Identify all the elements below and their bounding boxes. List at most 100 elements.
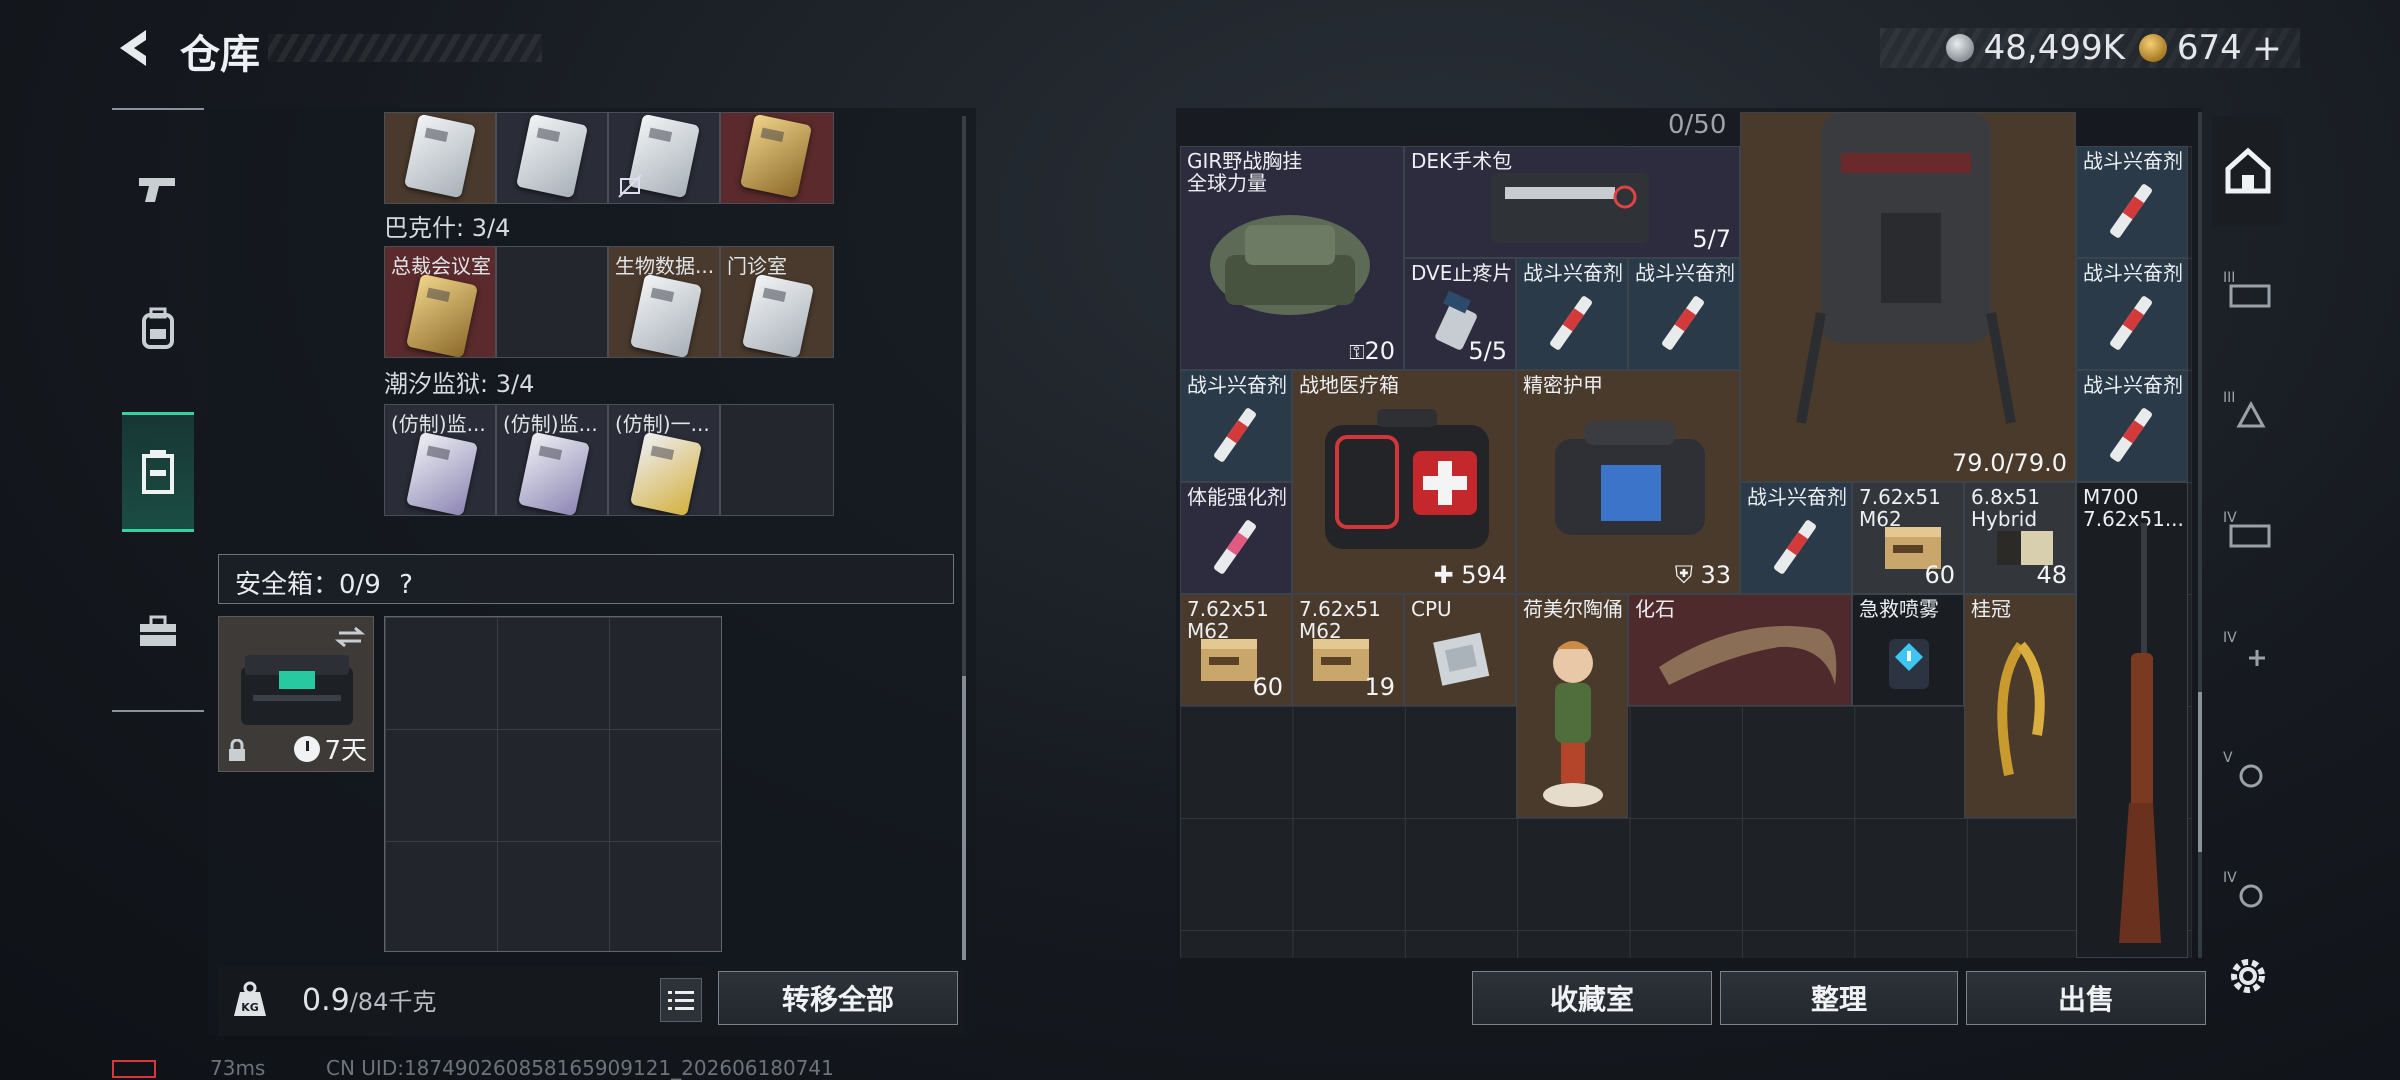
item-name: 战斗兴奋剂 [1187,373,1287,397]
transfer-all-button[interactable]: 转移全部 [718,971,958,1025]
storage-scrollbar[interactable] [962,116,966,960]
item-precision-armor[interactable]: 精密护甲 ⛨ 33 [1516,370,1740,594]
item-ammo-762-m62[interactable]: 7.62x51 M62 60 [1852,482,1964,594]
item-combat-stim[interactable]: 战斗兴奋剂 [2076,258,2188,370]
item-name: DVE止疼片 [1411,261,1513,285]
safe-case-icon [241,655,353,725]
safe-box-grid[interactable] [384,616,722,952]
item-laurel-crown[interactable]: 桂冠 [1964,594,2076,818]
item-combat-stim[interactable]: 战斗兴奋剂 [2076,370,2188,482]
weight-kg-icon: KG [234,981,266,1016]
storage-icon [142,450,174,494]
item-field-medkit[interactable]: 战地医疗箱 ✚ 594 [1292,370,1516,594]
gold-amount: 674 [2176,28,2242,68]
safe-help-button[interactable]: ? [399,570,413,600]
keycard-slot[interactable]: 生物数据... [608,246,720,358]
item-ammo-68-hybrid[interactable]: 6.8x51 Hybrid 48 [1964,482,2076,594]
svg-text:III: III [2223,270,2235,286]
keycard-slot[interactable] [608,112,720,204]
item-qty: 60 [1924,561,1955,589]
nav-tier-5[interactable]: V [2212,714,2284,824]
rifle-icon [2119,523,2161,943]
inventory-scrollbar[interactable] [2198,112,2202,958]
item-combat-stim[interactable]: 战斗兴奋剂 [1180,370,1292,482]
item-ammo-762-m62[interactable]: 7.62x51 M62 60 [1180,594,1292,706]
back-arrow-icon[interactable] [112,26,154,70]
nav-backpack[interactable] [122,268,194,388]
keycard-slot[interactable] [496,112,608,204]
item-body-armor[interactable]: 79.0/79.0 [1740,112,2076,482]
keycard-slot[interactable]: 总裁会议室 [384,246,496,358]
scrollbar-thumb[interactable] [2198,692,2202,852]
sort-button[interactable]: 整理 [1720,971,1958,1025]
item-dve-painkiller[interactable]: DVE止疼片 5/5 [1404,258,1516,370]
nav-tier-4-b[interactable]: IV [2212,594,2284,704]
keycard-slot[interactable]: 门诊室 [720,246,834,358]
weight-readout: 0.9/84千克 [302,982,436,1018]
toolbox-icon [140,615,176,646]
syringe-icon [2110,296,2152,350]
nav-weapons[interactable] [122,128,194,248]
keycard-slot[interactable]: (仿制)监... [496,404,608,516]
safe-box-item[interactable]: 7天 [218,616,374,772]
nav-toolbox[interactable] [122,572,194,692]
keycard-slot[interactable]: (仿制)监... [384,404,496,516]
ammo-box-icon [1201,639,1257,681]
item-durability: 79.0/79.0 [1952,449,2067,477]
item-name: 战斗兴奋剂 [1747,485,1847,509]
collection-room-button[interactable]: 收藏室 [1472,971,1712,1025]
item-hummel-figurine[interactable]: 荷美尔陶俑 [1516,594,1628,818]
item-name: 体能强化剂 [1187,485,1287,509]
nav-tier-3-b[interactable]: III [2212,354,2284,464]
vest-durability-icon: ⚿ [1349,340,1365,364]
item-cpu[interactable]: CPU [1404,594,1516,706]
add-gold-button[interactable]: + [2252,28,2282,69]
item-combat-stim[interactable]: 战斗兴奋剂 [1516,258,1628,370]
item-vest[interactable]: GIR野战胸挂 全球力量 ⚿20 [1180,146,1404,370]
nav-tier-3-a[interactable]: III [2212,234,2284,344]
item-ammo-762-m62[interactable]: 7.62x51 M62 19 [1292,594,1404,706]
svg-text:IV: IV [2223,510,2237,526]
item-name: 战地医疗箱 [1299,373,1399,397]
item-name: 荷美尔陶俑 [1523,597,1623,621]
item-name: M700 [2083,485,2139,509]
item-qty: 48 [2036,561,2067,589]
uid-readout: CN UID:18749026085816590912​1_2026061807… [326,1056,834,1080]
keycard-slot[interactable]: (仿制)一... [608,404,720,516]
spray-can-icon [1889,639,1929,689]
nav-tier-4-a[interactable]: IV [2212,474,2284,584]
inventory-category-nav: III III IV IV V IV [2206,110,2290,960]
silver-coin-icon [1945,34,1974,62]
nav-tier-4-c[interactable]: IV [2212,834,2284,944]
item-name: 战斗兴奋剂 [1635,261,1735,285]
nav-storage[interactable] [122,412,194,532]
item-qty: 19 [1364,673,1395,701]
item-first-aid-spray[interactable]: 急救喷雾 [1852,594,1964,706]
keycard-slot-empty[interactable] [720,404,834,516]
sell-button[interactable]: 出售 [1966,971,2206,1025]
item-m700-rifle[interactable]: M700 7.62x51... [2076,482,2188,958]
keycard-slot-empty[interactable] [496,246,608,358]
nav-all-items[interactable] [2212,116,2284,226]
item-dek-surgical-kit[interactable]: DEK手术包 5/7 [1404,146,1740,258]
swap-icon[interactable] [335,625,365,649]
item-qty: 594 [1461,561,1507,589]
item-fossil[interactable]: 化石 [1628,594,1852,706]
scrollbar-thumb[interactable] [962,676,966,960]
currency-bar: 48,499K 674 + [1880,28,2300,69]
item-combat-stim[interactable]: 战斗兴奋剂 [2076,146,2188,258]
syringe-icon [1550,296,1592,350]
svg-text:IV: IV [2223,630,2237,646]
list-view-button[interactable] [660,978,702,1022]
tier-iv-icon: IV [2223,510,2271,548]
item-combat-stim[interactable]: 战斗兴奋剂 [1740,482,1852,594]
item-combat-stim[interactable]: 战斗兴奋剂 [1628,258,1740,370]
keycard-slot[interactable] [720,112,834,204]
tier-iv-icon: IV [2223,630,2265,666]
syringe-icon [1774,520,1816,574]
keycard-slot[interactable] [384,112,496,204]
settings-gear-icon[interactable] [2226,954,2270,998]
left-category-nav [112,108,204,712]
item-stamina-booster[interactable]: 体能强化剂 [1180,482,1292,594]
item-name: 6.8x51 [1971,485,2041,509]
